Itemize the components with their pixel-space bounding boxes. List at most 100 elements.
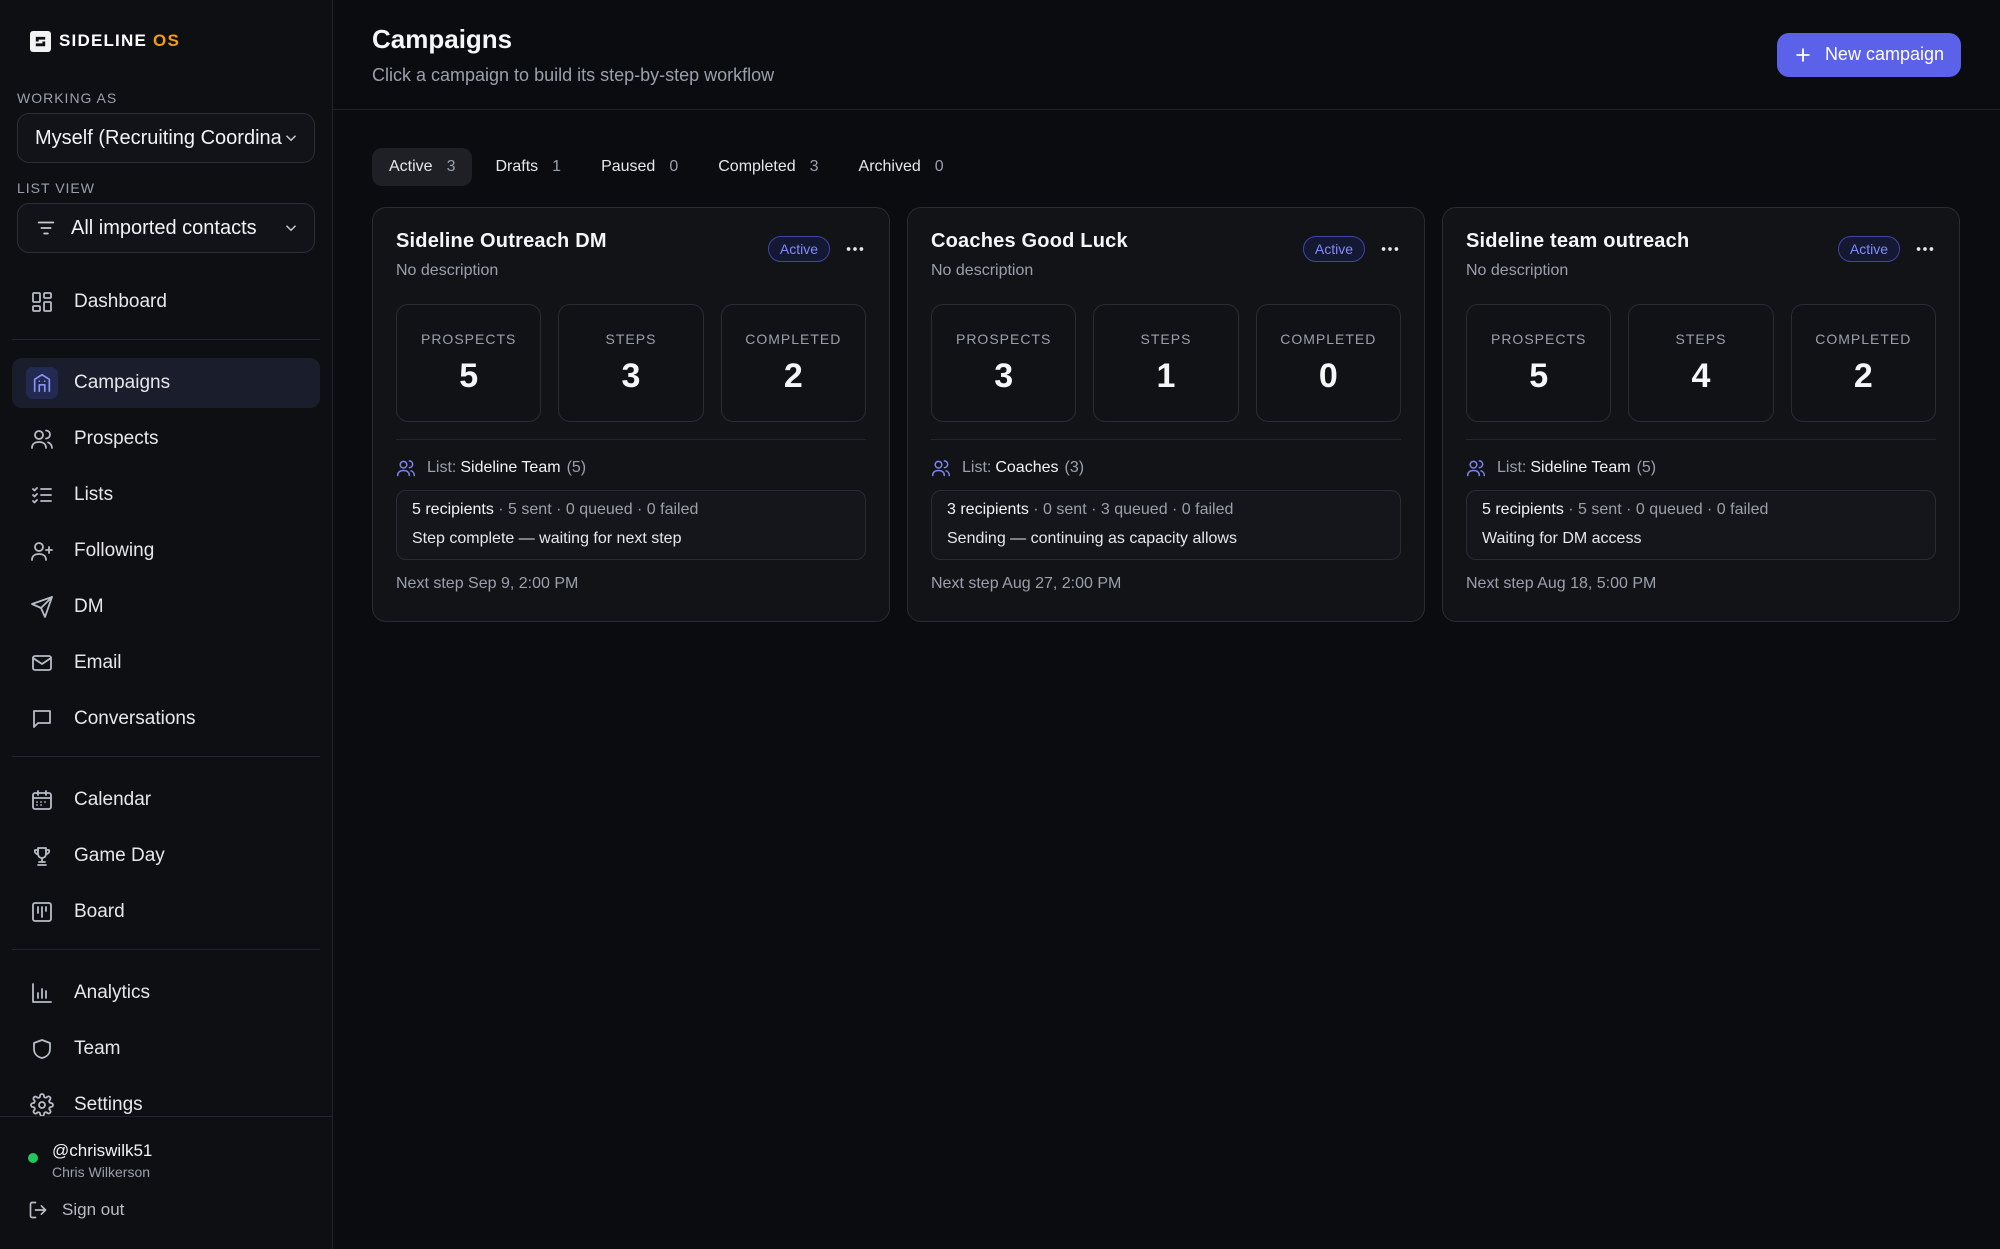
- campaign-card[interactable]: Coaches Good Luck No description Active PRO…: [907, 207, 1425, 622]
- campaign-title: Sideline team outreach: [1466, 230, 1690, 252]
- recipients-count: 5 recipients: [412, 501, 494, 518]
- tab-active[interactable]: Active 3: [372, 148, 473, 186]
- shield-icon: [33, 1039, 51, 1059]
- card-actions: Active: [1837, 236, 1936, 262]
- delivery-status-box: 3 recipients · 0 sent · 3 queued · 0 fai…: [931, 490, 1401, 560]
- nav-divider: [12, 339, 320, 340]
- more-options-icon[interactable]: [1914, 238, 1936, 260]
- tab-archived[interactable]: Archived 0: [842, 148, 961, 186]
- analytics-icon: [32, 983, 52, 1003]
- list-name[interactable]: Sideline Team: [460, 459, 560, 477]
- sidebar-item-following[interactable]: Following: [12, 526, 320, 576]
- nav-icon-wrap: [30, 290, 54, 314]
- sidebar-item-email[interactable]: Email: [12, 638, 320, 688]
- sidebar-item-label: Team: [74, 1038, 121, 1059]
- list-view-value: All imported contacts: [71, 216, 257, 239]
- status-message: Waiting for DM access: [1482, 530, 1642, 547]
- sidebar-item-label: Calendar: [74, 789, 152, 810]
- sign-out-label: Sign out: [62, 1200, 125, 1219]
- tab-label: Paused: [601, 158, 656, 175]
- sidebar-item-analytics[interactable]: Analytics: [12, 968, 320, 1018]
- chevron-down-icon: [285, 135, 297, 142]
- stat-label: STEPS: [1140, 330, 1192, 347]
- tab-count: 0: [669, 158, 679, 175]
- tab-paused[interactable]: Paused 0: [584, 148, 695, 186]
- sidebar-item-label: Campaigns: [74, 372, 171, 393]
- sidebar-item-dashboard[interactable]: Dashboard: [12, 277, 320, 327]
- working-as-value: Myself (Recruiting Coordinator): [35, 126, 282, 149]
- campaign-card[interactable]: Sideline Outreach DM No description Active…: [372, 207, 890, 622]
- filter-icon: [37, 221, 55, 235]
- sidebar-item-prospects[interactable]: Prospects: [12, 414, 320, 464]
- working-as-label: WORKING AS: [17, 90, 118, 106]
- sidebar-item-board[interactable]: Board: [12, 887, 320, 937]
- campaign-list: List: Coaches (3): [931, 458, 1401, 478]
- trophy-icon: [33, 847, 51, 866]
- sidebar-item-conversations[interactable]: Conversations: [12, 694, 320, 744]
- more-options-icon[interactable]: [844, 238, 866, 260]
- nav-icon-wrap: [30, 900, 54, 924]
- sidebar-item-team[interactable]: Team: [12, 1024, 320, 1074]
- sidebar-item-campaigns[interactable]: Campaigns: [12, 358, 320, 408]
- delivery-counts: · 5 sent · 0 queued · 0 failed: [493, 501, 699, 518]
- logo-accent: OS: [153, 31, 180, 50]
- sidebar-item-calendar[interactable]: Calendar: [12, 775, 320, 825]
- campaign-card[interactable]: Sideline team outreach No description Acti…: [1442, 207, 1960, 622]
- nav-icon-wrap: [30, 981, 54, 1005]
- list-count: (3): [1064, 459, 1085, 476]
- stat-label: PROSPECTS: [955, 330, 1052, 347]
- sidebar-item-label: Board: [74, 901, 125, 922]
- stat-value: 2: [1853, 356, 1873, 395]
- page-title: Campaigns: [372, 23, 513, 54]
- users-icon: [931, 460, 951, 477]
- user-info[interactable]: @chriswilk51 Chris Wilkerson: [28, 1141, 304, 1180]
- tab-completed[interactable]: Completed 3: [701, 148, 835, 186]
- tab-drafts[interactable]: Drafts 1: [478, 148, 578, 186]
- mail-icon: [32, 655, 52, 671]
- new-campaign-label: New campaign: [1824, 44, 1944, 64]
- list-name[interactable]: Coaches: [995, 459, 1058, 477]
- sidebar-item-lists[interactable]: Lists: [12, 470, 320, 520]
- nav-divider: [12, 756, 320, 757]
- users-icon: [1466, 460, 1486, 477]
- stat-label: STEPS: [1675, 330, 1727, 347]
- card-divider: [396, 439, 866, 440]
- sidebar-item-game-day[interactable]: Game Day: [12, 831, 320, 881]
- working-as-select[interactable]: Myself (Recruiting Coordinator): [17, 113, 315, 163]
- status-badge: Active: [767, 236, 830, 262]
- list-name[interactable]: Sideline Team: [1530, 459, 1630, 477]
- card-divider: [931, 439, 1401, 440]
- tab-label: Drafts: [495, 158, 539, 175]
- card-actions: Active: [1302, 236, 1401, 262]
- list-count: (5): [1636, 459, 1657, 476]
- stat-value: 3: [994, 356, 1014, 395]
- user-handle: @chriswilk51: [52, 1141, 153, 1160]
- logo[interactable]: SIDELINE OS: [12, 0, 320, 82]
- more-options-icon[interactable]: [1379, 238, 1401, 260]
- nav-icon-wrap: [30, 427, 54, 451]
- campaign-stats: PROSPECTS 5 STEPS 3 COMPLETED 2: [396, 304, 866, 422]
- sidebar-item-label: DM: [74, 596, 104, 617]
- user-name: Chris Wilkerson: [52, 1164, 151, 1180]
- list-view-select[interactable]: All imported contacts: [17, 203, 315, 253]
- tab-label: Completed: [718, 158, 796, 175]
- stat-label: PROSPECTS: [1490, 330, 1587, 347]
- active-icon-wrap: [26, 367, 58, 399]
- stat-prospects: PROSPECTS 5: [396, 304, 542, 422]
- sidebar-item-label: Email: [74, 652, 122, 673]
- stat-label: COMPLETED: [745, 330, 842, 347]
- sidebar-item-dm[interactable]: DM: [12, 582, 320, 632]
- campaign-description: No description: [396, 262, 499, 279]
- sidebar-item-label: Settings: [74, 1094, 143, 1115]
- status-tabs: Active 3 Drafts 1 Paused 0 Completed 3 Archived 0: [372, 148, 2000, 186]
- new-campaign-button[interactable]: New campaign: [1776, 32, 1961, 77]
- card-header: Sideline Outreach DM No description Active: [396, 230, 866, 280]
- list-prefix: List:: [427, 459, 457, 476]
- campaign-description: No description: [931, 262, 1034, 279]
- campaign-stats: PROSPECTS 5 STEPS 4 COMPLETED 2: [1466, 304, 1936, 422]
- nav-divider: [12, 949, 320, 950]
- sign-out-button[interactable]: Sign out: [28, 1200, 304, 1220]
- following-icon: [31, 542, 53, 561]
- stat-label: STEPS: [605, 330, 657, 347]
- status-badge: Active: [1302, 236, 1365, 262]
